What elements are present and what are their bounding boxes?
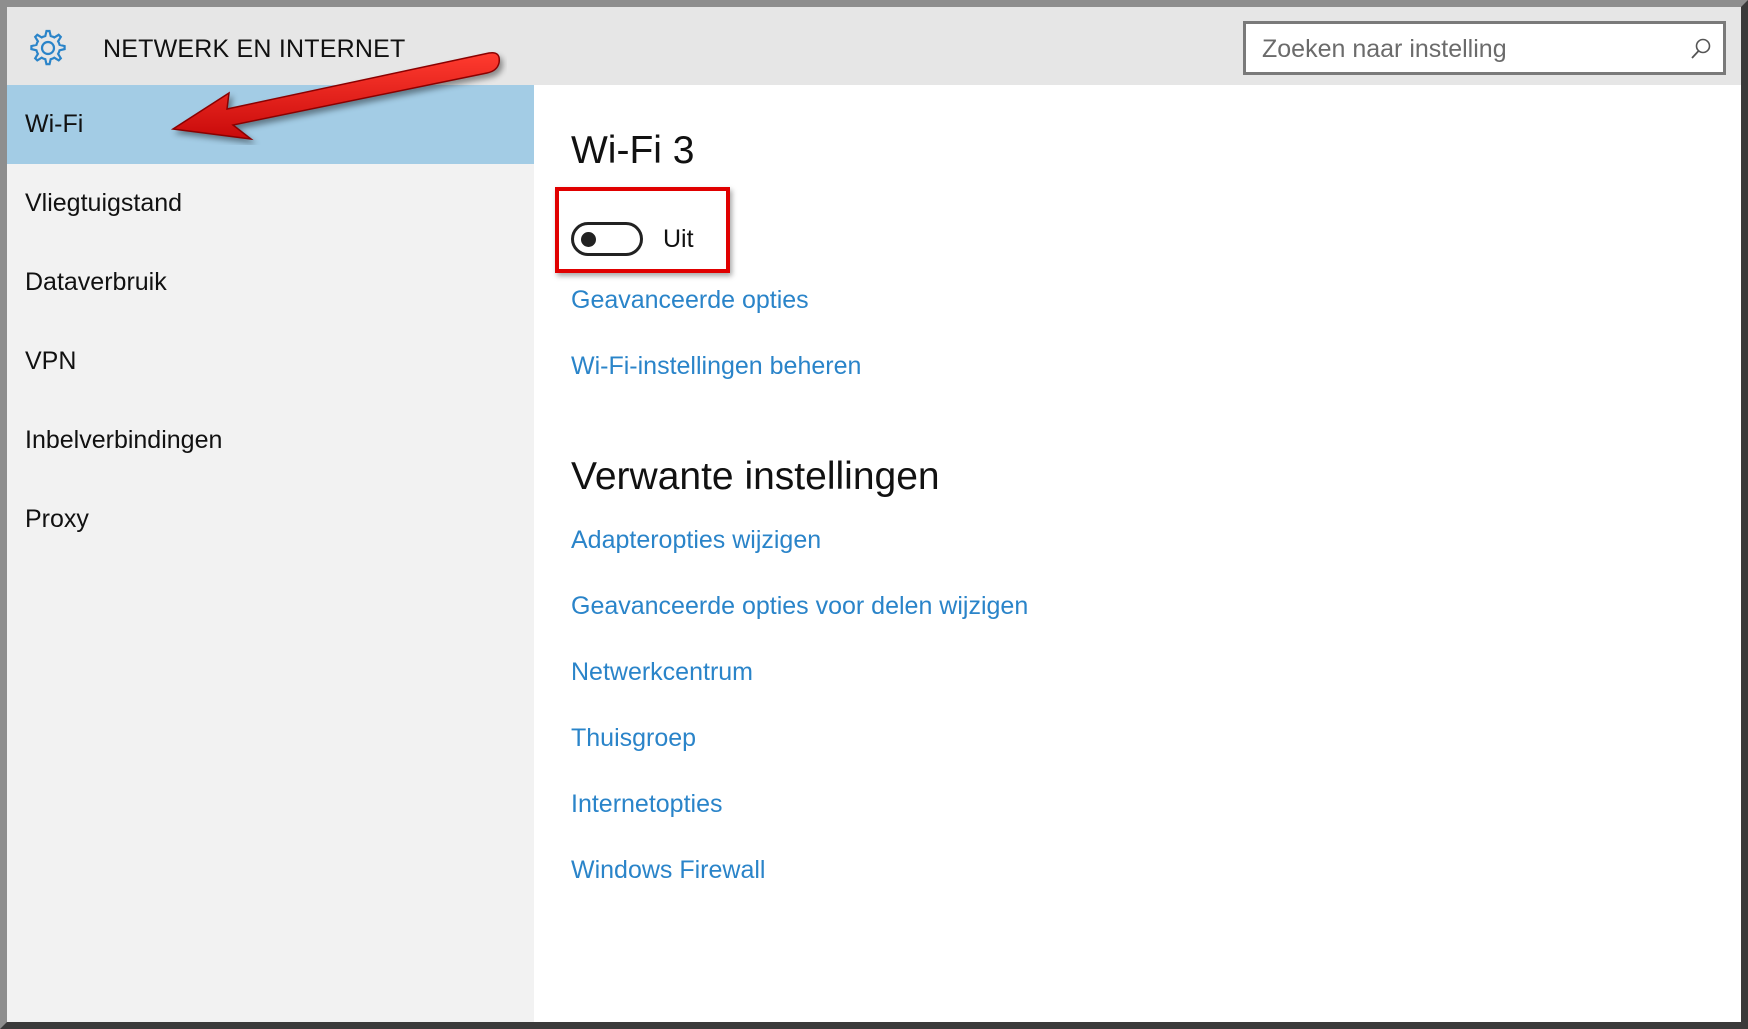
related-settings-title: Verwante instellingen: [571, 455, 940, 498]
link-adapter-options[interactable]: Adapteropties wijzigen: [571, 526, 821, 555]
settings-window: NETWERK EN INTERNET Wi-Fi Vliegtuigstand…: [0, 0, 1748, 1029]
link-manage-wifi-settings[interactable]: Wi-Fi-instellingen beheren: [571, 352, 861, 381]
link-internet-options[interactable]: Internetopties: [571, 790, 723, 819]
search-icon[interactable]: [1689, 37, 1713, 61]
sidebar-item-dataverbruik[interactable]: Dataverbruik: [7, 243, 534, 322]
header-bar: NETWERK EN INTERNET: [7, 7, 1741, 85]
link-network-center[interactable]: Netwerkcentrum: [571, 658, 753, 687]
section-title: Wi-Fi 3: [571, 129, 695, 172]
annotation-highlight-box: [555, 187, 730, 273]
link-advanced-sharing[interactable]: Geavanceerde opties voor delen wijzigen: [571, 592, 1028, 621]
page-title: NETWERK EN INTERNET: [103, 35, 406, 63]
sidebar-item-wifi[interactable]: Wi-Fi: [7, 85, 534, 164]
search-box[interactable]: [1243, 21, 1726, 75]
sidebar-item-vliegtuigstand[interactable]: Vliegtuigstand: [7, 164, 534, 243]
sidebar: Wi-Fi Vliegtuigstand Dataverbruik VPN In…: [7, 85, 534, 1022]
main-content: Wi-Fi 3 Uit Geavanceerde opties Wi-Fi-in…: [534, 85, 1741, 1022]
sidebar-item-proxy[interactable]: Proxy: [7, 480, 534, 559]
link-homegroup[interactable]: Thuisgroep: [571, 724, 696, 753]
gear-icon: [30, 29, 66, 66]
link-windows-firewall[interactable]: Windows Firewall: [571, 856, 765, 885]
search-input[interactable]: [1262, 34, 1662, 64]
sidebar-item-vpn[interactable]: VPN: [7, 322, 534, 401]
sidebar-item-inbelverbindingen[interactable]: Inbelverbindingen: [7, 401, 534, 480]
link-advanced-options[interactable]: Geavanceerde opties: [571, 286, 809, 315]
